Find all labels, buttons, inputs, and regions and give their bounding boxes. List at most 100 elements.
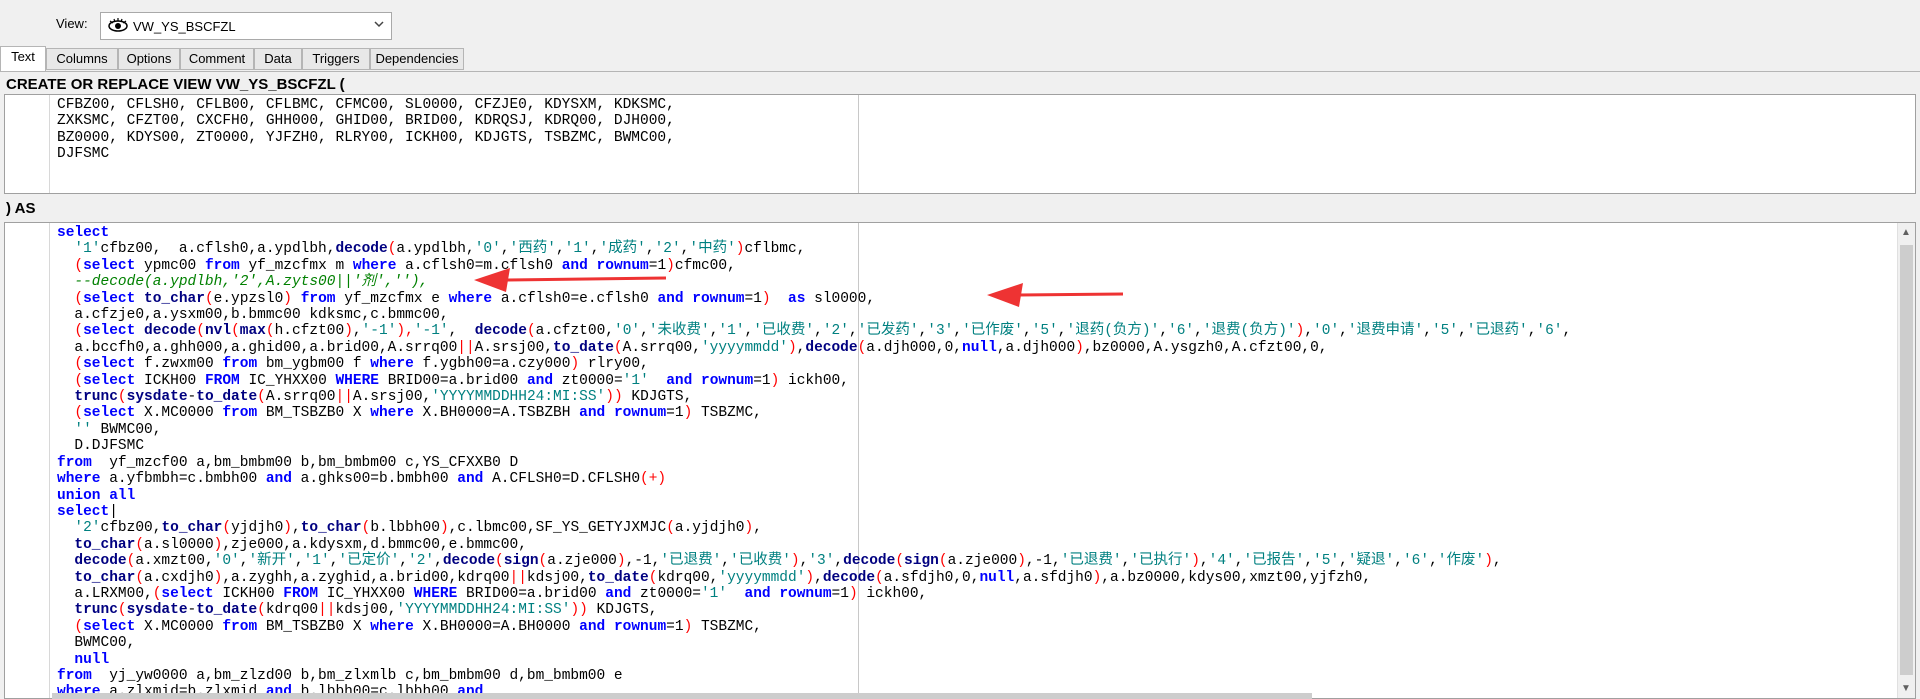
code-line: (select ICKH00 FROM IC_YHXX00 WHERE BRID…: [57, 373, 849, 389]
view-select[interactable]: VW_YS_BSCFZL: [100, 12, 392, 40]
code-token: and: [666, 372, 693, 389]
code-token: (: [361, 520, 371, 537]
code-token: ,: [434, 553, 443, 570]
tab-triggers[interactable]: Triggers: [302, 48, 370, 70]
code-line: trunc(sysdate-to_date(kdrq00||kdsj00,'YY…: [57, 602, 657, 618]
code-token: ,bz0000,A.ysgzh0,A.cfzt00,0,: [1083, 339, 1328, 356]
code-token: FROM: [283, 585, 319, 602]
code-token: ): [761, 290, 771, 307]
code-token: and: [605, 585, 632, 602]
code-token: from: [222, 618, 258, 635]
code-token: (+): [640, 471, 667, 488]
code-line: a.cfzje0,a.ysxm00,b.bmmc00 kdksmc,c.bmmc…: [57, 307, 448, 323]
code-token: ,: [399, 553, 408, 570]
code-token: ,: [918, 323, 928, 340]
code-token: kdsj00,: [526, 569, 588, 586]
horizontal-scrollbar[interactable]: [52, 693, 1312, 699]
code-token: cfmc00,: [674, 257, 736, 274]
code-token: and: [579, 618, 606, 635]
code-token: kdsj00,: [335, 602, 397, 619]
code-token: '0': [1313, 323, 1340, 340]
code-token: ,: [799, 553, 809, 570]
code-token: (: [875, 569, 884, 586]
code-token: bm_ygbm00 f: [257, 356, 371, 373]
code-token: decode: [474, 323, 527, 340]
code-token: KDJGTS,: [587, 602, 658, 619]
code-token: ,a.bz0000,kdys00,xmzt00,yjfzh0,: [1101, 569, 1372, 586]
code-token: ): [1017, 553, 1026, 570]
code-token: ): [616, 553, 626, 570]
code-token: ,: [753, 520, 762, 537]
code-token: '已定价': [338, 553, 400, 570]
as-header: ) AS: [6, 200, 36, 217]
line-gutter: [5, 95, 50, 193]
code-token: ,: [645, 241, 655, 258]
code-token: and: [744, 585, 771, 602]
code-token: 'YYYYMMDDHH24:MI:SS': [396, 602, 571, 619]
code-token: '已收费': [753, 323, 815, 340]
code-token: '疑退': [1347, 553, 1395, 570]
arrow-down-icon[interactable]: ▼: [1901, 683, 1911, 694]
columns-editor[interactable]: CFBZ00, CFLSH0, CFLB00, CFLBMC, CFMC00, …: [4, 94, 1916, 194]
code-token: ,: [1339, 323, 1348, 340]
tab-data[interactable]: Data: [254, 48, 302, 70]
code-token: '退药(负方)': [1066, 323, 1160, 340]
code-line: where a.yfbmbh=c.bmbh00 and a.ghks00=b.b…: [57, 471, 666, 487]
code-token: ,: [721, 553, 730, 570]
tab-comment[interactable]: Comment: [180, 48, 254, 70]
tab-dependencies[interactable]: Dependencies: [370, 48, 464, 70]
tab-columns[interactable]: Columns: [46, 48, 118, 70]
code-token: ,zje000,a.kdysxm,d.bmmc00,e.bmmc00,: [222, 536, 527, 553]
view-toolbar: View: VW_YS_BSCFZL: [0, 0, 1920, 46]
code-token: a.ypdlbh,: [396, 241, 475, 258]
code-token: ,: [1121, 553, 1131, 570]
code-line: to_char(a.cxdjh0),a.zyghh,a.zyghid,a.bri…: [57, 570, 1371, 586]
code-token: ||: [335, 389, 353, 406]
code-token: ): [1092, 569, 1102, 586]
code-token: decode: [74, 553, 127, 570]
vertical-scrollbar[interactable]: ▲ ▼: [1897, 223, 1915, 698]
tab-options[interactable]: Options: [118, 48, 180, 70]
code-token: decode: [442, 553, 496, 570]
code-token: from: [300, 290, 336, 307]
code-token: ): [283, 290, 292, 307]
code-token: rownum: [779, 585, 832, 602]
code-token: a.xmzt00,: [135, 553, 214, 570]
code-token: '-1': [361, 323, 397, 340]
sql-editor[interactable]: select '1'cfbz00, a.cflsh0,a.ypdlbh,deco…: [4, 222, 1916, 699]
code-token: ||: [318, 602, 336, 619]
code-token: select: [83, 323, 136, 340]
code-token: h.cfzt00: [274, 323, 345, 340]
arrow-up-icon[interactable]: ▲: [1901, 227, 1911, 238]
code-token: ,: [555, 241, 565, 258]
code-token: trunc: [74, 602, 118, 619]
tab-text[interactable]: Text: [0, 46, 46, 72]
code-token: ||: [457, 339, 475, 356]
chevron-down-icon[interactable]: [373, 18, 385, 33]
code-token: ,: [1159, 323, 1169, 340]
code-token: '3': [927, 323, 954, 340]
scrollbar-thumb[interactable]: [1900, 245, 1913, 675]
tab-divider: [0, 71, 1920, 72]
code-token: e.ypzsl0: [213, 290, 284, 307]
tab-label: Triggers: [312, 51, 360, 66]
code-token: (: [74, 257, 84, 274]
code-token: WHERE: [335, 372, 379, 389]
code-token: a.zje000: [547, 553, 617, 570]
code-token: X.MC0000: [135, 618, 223, 635]
code-token: )): [570, 602, 588, 619]
code-token: (: [938, 553, 948, 570]
code-token: '已退费': [660, 553, 722, 570]
code-line: to_char(a.sl0000),zje000,a.kdysxm,d.bmmc…: [57, 537, 527, 553]
code-token: from: [222, 356, 258, 373]
code-token: kdrq00,: [657, 569, 719, 586]
code-token: from: [222, 405, 258, 422]
code-token: select: [161, 585, 214, 602]
code-token: =1: [744, 290, 762, 307]
code-token: (: [74, 405, 84, 422]
code-token: '0': [614, 323, 641, 340]
code-token: ,: [1394, 553, 1403, 570]
